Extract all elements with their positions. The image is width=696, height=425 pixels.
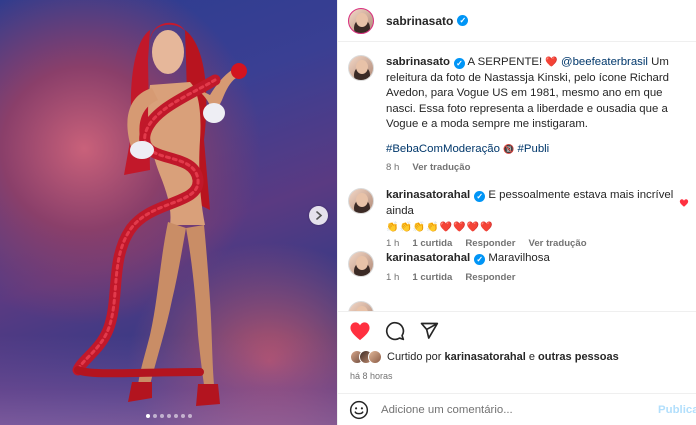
author-avatar[interactable]	[348, 7, 374, 34]
heart-icon[interactable]	[679, 198, 689, 208]
comment-meta: 1 h 1 curtida Responder Ver tradução	[386, 238, 686, 249]
liked-by-connector: e	[525, 351, 539, 363]
share-icon[interactable]	[419, 321, 439, 341]
comment-meta: 1 h 1 curtida Responder	[386, 272, 686, 283]
comment-text: karinasatorahal ✓ Maravilhosa	[386, 251, 686, 267]
comment-time: 1 h	[386, 271, 400, 283]
comment-item: karinasatorahal ✓ E pessoalmente estava m…	[348, 188, 693, 249]
comment-item: karinasatorahal ✓ Maravilhosa 1 h 1 curti…	[348, 251, 693, 283]
caption-item: sabrinasato ✓ A SERPENTE! ❤️ @beefeaterbr…	[348, 55, 693, 173]
commenter-avatar[interactable]	[348, 301, 374, 311]
hashtag-link[interactable]: #Publi	[518, 143, 550, 155]
heart-icon[interactable]	[349, 321, 371, 341]
slide-dot	[180, 414, 185, 418]
comment-emoji-line: 👏👏👏👏❤️❤️❤️❤️	[386, 222, 494, 233]
liked-by-user[interactable]: karinasatorahal	[444, 351, 525, 363]
emoji-icon[interactable]	[349, 400, 369, 420]
liked-by-text: Curtido por karinasatorahal e outras pes…	[387, 351, 619, 363]
verified-icon: ✓	[453, 58, 465, 69]
slide-dot	[159, 414, 164, 418]
slide-dot	[166, 414, 171, 418]
caption-time: 8 h	[386, 162, 400, 173]
caption-text: sabrinasato ✓ A SERPENTE! ❤️ @beefeaterbr…	[386, 55, 686, 157]
translate-link[interactable]: Ver tradução	[528, 238, 586, 249]
comment-input[interactable]: Adicione um comentário...	[381, 404, 513, 416]
post-media[interactable]	[0, 0, 337, 425]
comment-likes[interactable]: 1 curtida	[412, 238, 452, 249]
translate-link[interactable]: Ver tradução	[412, 162, 470, 173]
liked-by: Curtido por karinasatorahal e outras pes…	[350, 350, 619, 364]
comment-likes[interactable]: 1 curtida	[412, 272, 452, 283]
caption-username[interactable]: sabrinasato	[386, 56, 450, 68]
comment-icon[interactable]	[385, 321, 405, 341]
add-comment-bar: Adicione um comentário... Publicar	[338, 393, 696, 425]
commenter-avatar[interactable]	[348, 251, 374, 277]
comments-list[interactable]: sabrinasato ✓ A SERPENTE! ❤️ @beefeaterbr…	[338, 43, 696, 311]
post-actions	[338, 311, 696, 349]
slide-dot	[187, 414, 192, 418]
hashtag-link[interactable]: #BebaComModeração	[386, 143, 500, 155]
slide-dot	[152, 414, 157, 418]
photo-figure	[72, 22, 247, 406]
reply-button[interactable]: Responder	[465, 238, 515, 249]
caption-avatar[interactable]	[348, 55, 374, 81]
liked-by-others[interactable]: outras pessoas	[538, 351, 619, 363]
comment-item-clipped	[348, 301, 693, 311]
caption-headline: A SERPENTE!	[467, 56, 546, 68]
comment-text: karinasatorahal ✓ E pessoalmente estava m…	[386, 188, 686, 219]
chevron-right-icon	[315, 211, 322, 220]
verified-icon: ✓	[457, 15, 469, 26]
commenter-username[interactable]: karinasatorahal	[386, 252, 470, 264]
post-header: sabrinasato ✓	[338, 0, 696, 42]
slide-indicator	[0, 414, 337, 418]
commenter-username[interactable]: karinasatorahal	[386, 189, 470, 201]
verified-icon: ✓	[474, 191, 486, 202]
liked-by-prefix: Curtido por	[387, 351, 445, 363]
comment-time: 1 h	[386, 238, 400, 249]
post-comment-button[interactable]: Publicar	[658, 404, 696, 416]
reply-button[interactable]: Responder	[465, 272, 515, 283]
author-username[interactable]: sabrinasato	[386, 14, 453, 28]
liker-avatar[interactable]	[368, 350, 382, 364]
heart-emoji: ❤️	[545, 57, 558, 68]
age-rating-emoji: 🔞	[503, 143, 515, 154]
post-side-panel: sabrinasato ✓ sabrinasato ✓ A SERPENTE! ❤…	[337, 0, 696, 425]
slide-dot	[145, 414, 150, 418]
mention-link[interactable]: @beefeaterbrasil	[561, 56, 648, 68]
post-timestamp[interactable]: há 8 horas	[350, 371, 393, 381]
commenter-avatar[interactable]	[348, 188, 374, 214]
slide-dot	[173, 414, 178, 418]
verified-icon: ✓	[474, 254, 486, 265]
caption-meta: 8 h Ver tradução	[386, 162, 686, 173]
next-slide-button[interactable]	[309, 206, 328, 225]
comment-body: Maravilhosa	[488, 252, 550, 264]
